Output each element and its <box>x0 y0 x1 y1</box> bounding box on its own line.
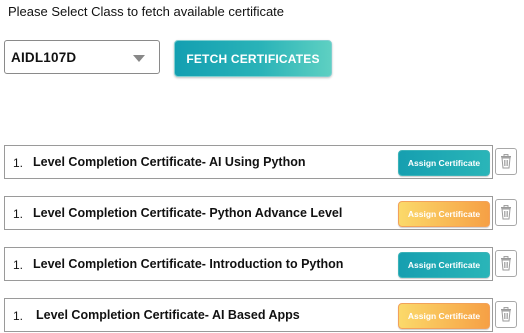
assign-certificate-button[interactable]: Assign Certificate <box>398 201 490 227</box>
class-select-value: AIDL107D <box>11 50 77 65</box>
assign-certificate-button[interactable]: Assign Certificate <box>398 303 490 329</box>
certificate-row: 1. Level Completion Certificate- AI Base… <box>4 298 493 332</box>
fetch-certificates-button[interactable]: FETCH CERTIFICATES <box>174 40 332 77</box>
certificate-row: 1. Level Completion Certificate- AI Usin… <box>4 145 493 179</box>
delete-button[interactable] <box>495 301 517 328</box>
certificate-number: 1. <box>13 258 24 272</box>
trash-icon <box>501 205 511 220</box>
certificate-title: Level Completion Certificate- AI Based A… <box>36 308 300 322</box>
trash-icon <box>501 154 511 169</box>
assign-certificate-button[interactable]: Assign Certificate <box>398 252 490 278</box>
page-prompt: Please Select Class to fetch available c… <box>8 4 285 19</box>
certificate-number: 1. <box>13 207 24 221</box>
class-select[interactable]: AIDL107D <box>4 40 160 74</box>
certificate-row: 1. Level Completion Certificate- Introdu… <box>4 247 493 281</box>
chevron-down-icon[interactable] <box>133 55 145 62</box>
assign-certificate-button[interactable]: Assign Certificate <box>398 150 490 176</box>
delete-button[interactable] <box>495 148 517 175</box>
certificate-title: Level Completion Certificate- AI Using P… <box>33 155 306 169</box>
certificate-title: Level Completion Certificate- Python Adv… <box>33 206 343 220</box>
certificate-number: 1. <box>13 156 24 170</box>
trash-icon <box>501 256 511 271</box>
trash-icon <box>501 307 511 322</box>
delete-button[interactable] <box>495 250 517 277</box>
certificate-title: Level Completion Certificate- Introducti… <box>33 257 344 271</box>
certificate-row: 1. Level Completion Certificate- Python … <box>4 196 493 230</box>
certificate-number: 1. <box>13 309 24 323</box>
delete-button[interactable] <box>495 199 517 226</box>
